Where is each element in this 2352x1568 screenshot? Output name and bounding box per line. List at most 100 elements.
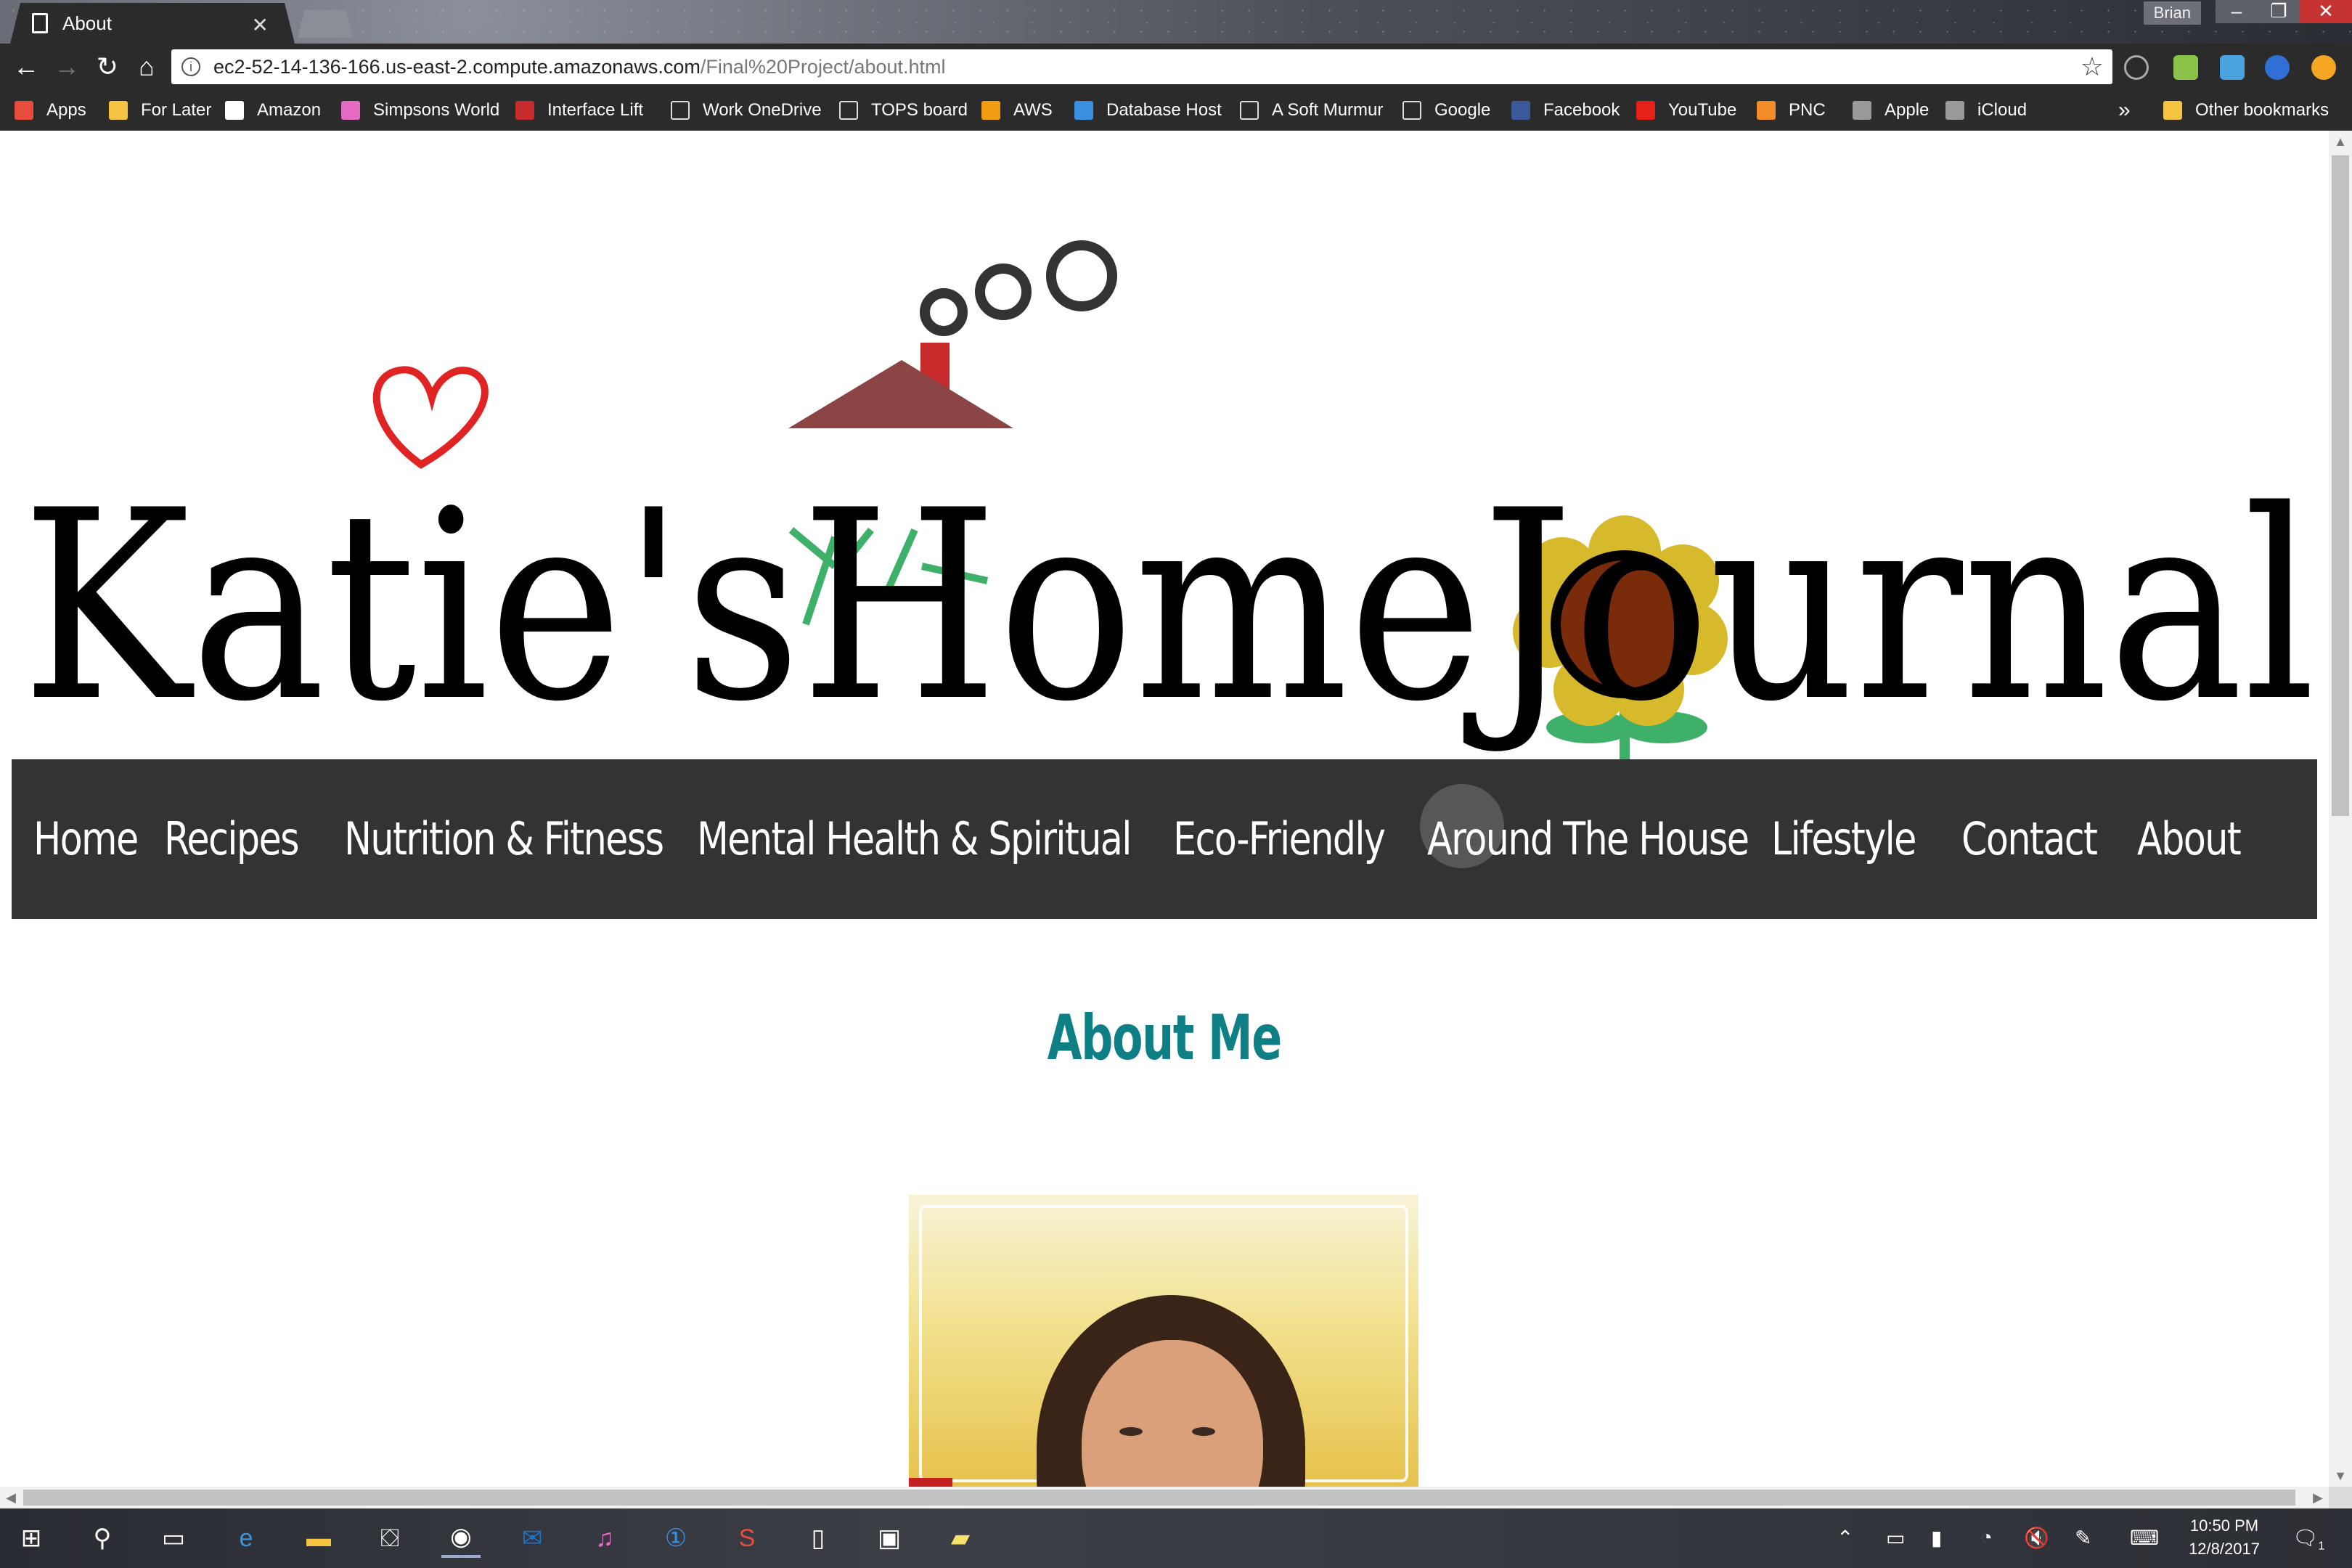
bookmark-apps[interactable]: Apps [15,90,86,131]
bookmark-a-soft-murmur[interactable]: A Soft Murmur [1240,90,1383,131]
new-tab-button[interactable] [298,10,353,38]
nav-recipes[interactable]: Recipes [164,759,300,919]
bookmark-facebook[interactable]: Facebook [1511,90,1620,131]
nav-around-the-house[interactable]: Around The House [1427,759,1749,919]
home-icon[interactable]: ⌂ [131,51,163,83]
bookmark-label: Amazon [257,100,322,120]
sublime-text-icon[interactable]: S [727,1519,767,1558]
scroll-down-icon[interactable]: ▼ [2329,1465,2352,1487]
nav-eco-friendly[interactable]: Eco-Friendly [1173,759,1386,919]
bookmark-label: Facebook [1543,100,1620,120]
notepad-icon[interactable]: ▯ [799,1519,838,1558]
extension-cloud-icon[interactable] [2220,55,2245,80]
extension-info-icon[interactable] [2124,55,2149,80]
bookmark-database-host[interactable]: Database Host [1074,90,1222,131]
bookmark-amazon[interactable]: Amazon [225,90,321,131]
bookmark-for-later[interactable]: For Later [109,90,211,131]
bookmark-label: AWS [1013,100,1053,120]
bookmark-google[interactable]: Google [1402,90,1490,131]
minimize-button[interactable]: – [2216,0,2258,23]
extension-sync-icon[interactable] [2265,55,2290,80]
battery-icon[interactable]: ▮ [1931,1526,1942,1550]
extension-alert-icon[interactable] [2311,55,2336,80]
bookmark-star-icon[interactable]: ☆ [2081,49,2104,84]
nav-mental-health[interactable]: Mental Health & Spiritual [697,759,1132,919]
outlook-icon[interactable]: ✉ [513,1519,552,1558]
info-icon[interactable]: i [181,57,200,76]
apps-grid-icon [15,101,33,120]
bookmark-label: Database Host [1106,100,1222,120]
aws-cube-icon [981,101,1000,120]
bookmark-aws[interactable]: AWS [981,90,1053,131]
windows-start-icon[interactable]: ⊞ [12,1519,51,1558]
pen-icon[interactable]: ✎ [2075,1526,2091,1550]
page-icon [1240,101,1259,120]
reload-icon[interactable]: ↻ [91,51,123,83]
scroll-right-icon[interactable]: ▶ [2307,1487,2329,1508]
page-title: About Me [1047,1002,1283,1074]
notifications-icon[interactable]: 🗨1 [2292,1526,2324,1553]
url-host: ec2-52-14-136-166.us-east-2.compute.amaz… [213,56,701,78]
donut-icon [341,101,360,120]
task-view-icon[interactable]: ▭ [154,1519,193,1558]
tray-chevron-icon[interactable]: ⌃ [1837,1526,1853,1550]
tab-about[interactable]: About ✕ [10,3,295,44]
profile-button[interactable]: Brian [2143,1,2201,25]
search-icon[interactable]: ⚲ [83,1519,122,1558]
nav-home[interactable]: Home [33,759,139,919]
extension-evernote-icon[interactable] [2173,55,2198,80]
bookmark-label: Google [1434,100,1491,120]
site-logo[interactable]: Katie'sHomeJournal [22,189,2316,828]
edge-browser-icon[interactable]: e [226,1519,266,1558]
page-icon [839,101,858,120]
back-arrow-icon[interactable]: ← [10,51,42,83]
file-explorer-icon[interactable]: ▬ [299,1519,338,1558]
close-window-button[interactable]: ✕ [2300,0,2352,23]
main-nav: Home Recipes Nutrition & Fitness Mental … [12,759,2317,919]
bookmark-icloud[interactable]: iCloud [1945,90,2027,131]
bookmark-youtube[interactable]: YouTube [1636,90,1736,131]
apple-icon [1945,101,1964,120]
bookmark-label: For Later [141,100,212,120]
scrollbar-thumb[interactable] [2332,155,2349,816]
tray-device-icon[interactable]: ▭ [1886,1526,1905,1550]
bookmark-tops-board[interactable]: TOPS board [839,90,968,131]
nav-about[interactable]: About [2137,759,2242,919]
bookmark-label: TOPS board [871,100,968,120]
horizontal-scrollbar[interactable]: ◀ ▶ [0,1487,2329,1508]
url-path: /Final%20Project/about.html [700,56,946,78]
page-viewport: Katie'sHomeJournal Home Recipes Nutritio… [0,131,2329,1487]
bookmark-interface-lift[interactable]: Interface Lift [515,90,643,131]
close-tab-icon[interactable]: ✕ [252,13,269,37]
onepassword-icon[interactable]: ① [656,1519,695,1558]
other-bookmarks-label: Other bookmarks [2195,100,2329,120]
volume-muted-icon[interactable]: 🔇 [2024,1526,2049,1550]
bookmark-work-onedrive[interactable]: Work OneDrive [671,90,822,131]
scroll-up-icon[interactable]: ▲ [2329,131,2352,152]
bookmark-apple[interactable]: Apple [1853,90,1929,131]
store-icon[interactable]: ⛋ [370,1519,409,1558]
hscrollbar-thumb[interactable] [23,1490,2295,1506]
taskbar-clock[interactable]: 10:50 PM 12/8/2017 [2173,1514,2275,1561]
other-bookmarks[interactable]: Other bookmarks [2163,90,2329,131]
bookmark-pnc[interactable]: PNC [1757,90,1826,131]
itunes-icon[interactable]: ♫ [585,1519,624,1558]
bookmark-simpsons-world[interactable]: Simpsons World [341,90,499,131]
remote-desktop-icon[interactable]: ▣ [870,1519,909,1558]
roof-icon [788,360,1013,428]
nav-contact[interactable]: Contact [1961,759,2098,919]
scroll-left-icon[interactable]: ◀ [0,1487,22,1508]
keyboard-icon[interactable]: ⌨ [2130,1526,2159,1550]
nav-nutrition-fitness[interactable]: Nutrition & Fitness [344,759,664,919]
wifi-icon[interactable]: ◔ [1980,1526,1993,1549]
chrome-icon[interactable]: ◉ [441,1519,481,1558]
logo-text: Katie'sHomeJournal [22,454,2316,759]
bookmark-label: Interface Lift [547,100,644,120]
vertical-scrollbar[interactable]: ▲ ▼ [2329,131,2352,1487]
nav-lifestyle[interactable]: Lifestyle [1771,759,1916,919]
bookmarks-overflow-button[interactable]: » [2118,90,2131,131]
maximize-button[interactable]: ❐ [2258,0,2300,23]
sticky-notes-icon[interactable]: ▰ [941,1519,980,1558]
forward-arrow-icon[interactable]: → [51,51,83,83]
address-bar[interactable]: i ec2-52-14-136-166.us-east-2.compute.am… [171,49,2112,84]
